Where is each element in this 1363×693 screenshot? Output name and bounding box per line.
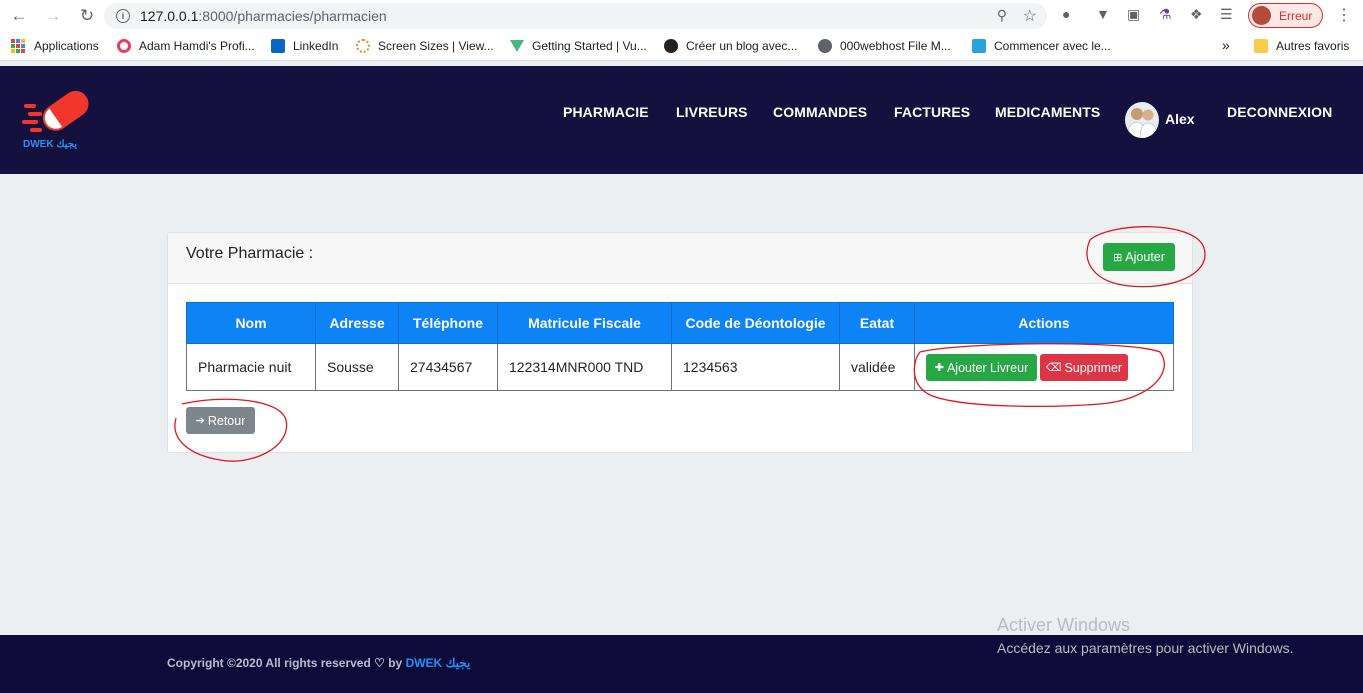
site-info-icon[interactable]: i xyxy=(116,9,130,23)
back-button[interactable]: ➔ Retour xyxy=(186,407,255,434)
logo-text: DWEK يجيك xyxy=(23,139,77,150)
blog-icon xyxy=(664,39,678,53)
bookmark-commencer[interactable]: Commencer avec le... xyxy=(972,39,1111,53)
screen-sizes-icon xyxy=(356,39,370,53)
card-header: Votre Pharmacie : ⊞ Ajouter xyxy=(168,233,1192,284)
profile-avatar xyxy=(1252,6,1271,25)
delete-label: Supprimer xyxy=(1064,360,1123,375)
back-arrow-icon[interactable]: ← xyxy=(8,5,30,27)
vue-icon xyxy=(510,40,524,52)
back-label: Retour xyxy=(207,413,246,428)
reload-icon[interactable]: ↻ xyxy=(76,5,98,27)
extension-mask-icon[interactable]: ● xyxy=(1062,6,1070,22)
add-pharmacy-button[interactable]: ⊞ Ajouter xyxy=(1103,243,1175,271)
windows-activation-subtitle: Accédez aux paramètres pour activer Wind… xyxy=(997,640,1294,656)
pharmacy-card: Votre Pharmacie : ⊞ Ajouter Nom Adresse … xyxy=(167,232,1193,453)
column-header-actions: Actions xyxy=(914,302,1174,344)
windows-activation-title: Activer Windows xyxy=(997,615,1131,635)
bookmark-vue[interactable]: Getting Started | Vu... xyxy=(510,39,647,53)
column-header-etat: Eatat xyxy=(839,302,915,344)
pharmacy-table: Nom Adresse Téléphone Matricule Fiscale … xyxy=(186,302,1174,391)
address-bar[interactable]: i 127.0.0.1:8000/pharmacies/pharmacien ⚲… xyxy=(104,3,1047,29)
column-header-matricule: Matricule Fiscale xyxy=(497,302,672,344)
extension-shield-icon[interactable]: ▣ xyxy=(1127,6,1140,23)
user-avatar[interactable] xyxy=(1125,102,1159,138)
column-header-nom: Nom xyxy=(186,302,316,344)
linkedin-icon xyxy=(271,39,285,53)
nav-factures[interactable]: FACTURES xyxy=(894,104,970,120)
bookmark-000webhost[interactable]: 000webhost File M... xyxy=(818,39,951,53)
bookmark-star-icon[interactable]: ☆ xyxy=(1023,6,1037,26)
cell-code: 1234563 xyxy=(671,343,840,391)
other-bookmarks[interactable]: Autres favoris xyxy=(1254,39,1349,53)
zoom-icon[interactable]: ⚲ xyxy=(997,7,1007,24)
arrow-circle-left-icon: ➔ xyxy=(195,415,205,427)
column-header-telephone: Téléphone xyxy=(398,302,498,344)
extension-vue-icon[interactable]: ▼ xyxy=(1096,6,1110,22)
table-row: Pharmacie nuit Sousse 27434567 122314MNR… xyxy=(186,343,1174,391)
bookmark-adam-hamdi[interactable]: Adam Hamdi's Profi... xyxy=(117,39,255,53)
column-header-adresse: Adresse xyxy=(315,302,399,344)
browser-toolbar: ← → ↻ i 127.0.0.1:8000/pharmacies/pharma… xyxy=(0,0,1363,32)
globe-icon xyxy=(818,39,832,53)
bookmark-linkedin[interactable]: LinkedIn xyxy=(271,39,338,53)
bookmark-screen-sizes[interactable]: Screen Sizes | View... xyxy=(356,39,494,53)
add-livreur-button[interactable]: ✚ Ajouter Livreur xyxy=(926,354,1037,381)
media-control-icon[interactable]: ☰ xyxy=(1220,6,1233,23)
bookmark-applications[interactable]: Applications xyxy=(11,39,99,53)
cell-adresse: Sousse xyxy=(315,343,399,391)
bookmarks-bar: Applications Adam Hamdi's Profi... Linke… xyxy=(0,32,1363,61)
nav-livreurs[interactable]: LIVREURS xyxy=(676,104,748,120)
column-header-code: Code de Déontologie xyxy=(671,302,840,344)
app-header: DWEK يجيك PHARMACIE LIVREURS COMMANDES F… xyxy=(0,66,1363,174)
bookmark-blog[interactable]: Créer un blog avec... xyxy=(664,39,797,53)
add-livreur-label: Ajouter Livreur xyxy=(946,360,1029,375)
url-text[interactable]: 127.0.0.1:8000/pharmacies/pharmacien xyxy=(140,8,387,24)
cell-nom: Pharmacie nuit xyxy=(186,343,316,391)
apps-grid-icon xyxy=(11,39,25,53)
nav-pharmacie[interactable]: PHARMACIE xyxy=(563,104,649,120)
footer-copyright: Copyright ©2020 All rights reserved ♡ by… xyxy=(167,656,471,670)
dwek-logo[interactable]: DWEK يجيك xyxy=(22,84,100,152)
plus-square-icon: ⊞ xyxy=(1113,251,1123,264)
user-name[interactable]: Alex xyxy=(1165,111,1195,127)
more-menu-icon[interactable]: ⋮ xyxy=(1336,5,1352,25)
trash-icon: ⌫ xyxy=(1045,362,1062,374)
nav-commandes[interactable]: COMMANDES xyxy=(773,104,867,120)
circle-logo-icon xyxy=(117,39,131,53)
folder-icon xyxy=(1254,39,1268,53)
plus-icon: ✚ xyxy=(934,362,944,374)
profile-button[interactable]: Erreur xyxy=(1248,3,1323,28)
extensions-puzzle-icon[interactable]: ❖ xyxy=(1190,6,1203,23)
extension-flask-icon[interactable]: ⚗ xyxy=(1159,6,1172,23)
bookmarks-overflow-button[interactable]: » xyxy=(1222,37,1230,53)
bookmark-site-icon xyxy=(972,39,986,53)
delete-pharmacy-button[interactable]: ⌫ Supprimer xyxy=(1040,354,1128,381)
cell-etat: validée xyxy=(839,343,915,391)
add-pharmacy-label: Ajouter xyxy=(1125,250,1165,264)
cell-matricule: 122314MNR000 TND xyxy=(497,343,672,391)
table-header-row: Nom Adresse Téléphone Matricule Fiscale … xyxy=(186,302,1174,344)
forward-arrow-icon[interactable]: → xyxy=(42,5,64,27)
nav-medicaments[interactable]: MEDICAMENTS xyxy=(995,104,1100,120)
profile-label: Erreur xyxy=(1279,8,1313,23)
nav-deconnexion[interactable]: DECONNEXION xyxy=(1227,104,1332,120)
footer-brand-link[interactable]: DWEK يجيك xyxy=(406,656,471,670)
card-title: Votre Pharmacie : xyxy=(186,245,314,262)
cell-actions: ✚ Ajouter Livreur ⌫ Supprimer xyxy=(914,343,1174,391)
cell-telephone: 27434567 xyxy=(398,343,498,391)
